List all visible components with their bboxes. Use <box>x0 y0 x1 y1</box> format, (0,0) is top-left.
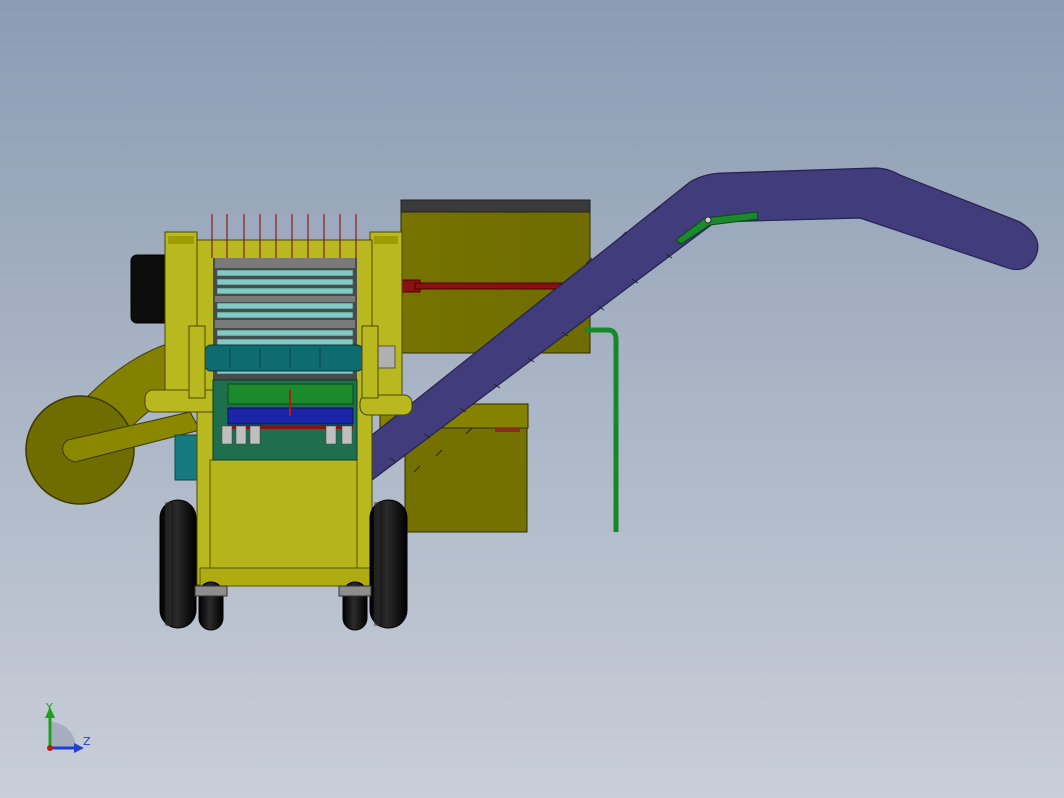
right-side-plate <box>361 325 379 399</box>
model-canvas[interactable]: Y Z <box>0 0 1064 798</box>
triad-origin <box>47 745 53 751</box>
left-side-plate <box>188 325 206 399</box>
triad-z-label: Z <box>83 735 91 748</box>
wheel-front-left[interactable] <box>159 499 197 629</box>
triad-y-label: Y <box>45 701 53 714</box>
lower-panel[interactable] <box>212 379 358 461</box>
wheel-rear-left[interactable] <box>194 581 228 631</box>
graphics-viewport[interactable]: Y Z <box>0 0 1064 798</box>
wheel-front-right[interactable] <box>369 499 408 629</box>
wheel-rear-right[interactable] <box>338 581 372 631</box>
